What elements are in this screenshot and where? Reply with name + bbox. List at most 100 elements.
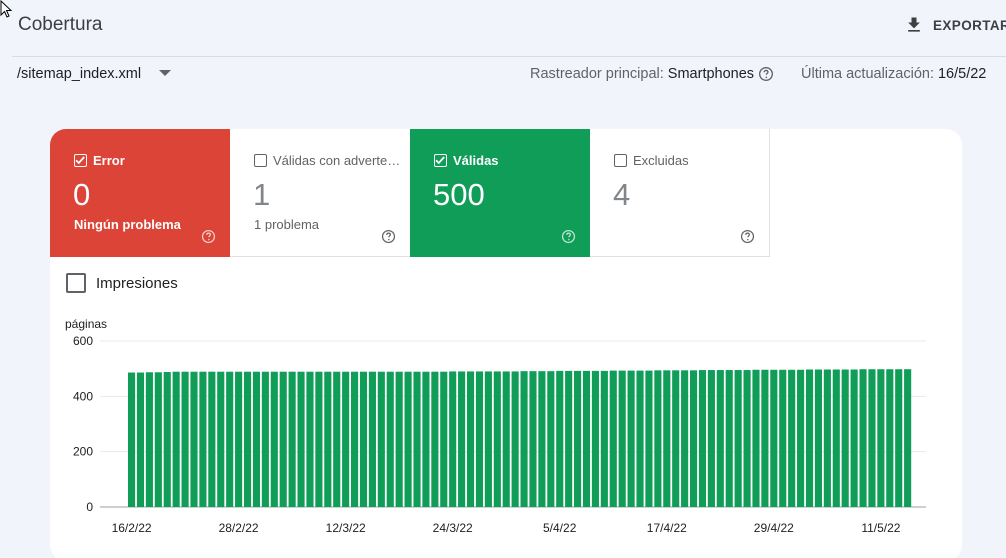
bar[interactable] xyxy=(582,370,591,507)
bar[interactable] xyxy=(797,369,805,507)
bar[interactable] xyxy=(422,371,430,507)
bar[interactable] xyxy=(725,370,733,507)
help-circle-icon[interactable] xyxy=(381,229,396,244)
bar[interactable] xyxy=(359,371,368,507)
impressions-checkbox[interactable] xyxy=(66,273,86,293)
bar[interactable] xyxy=(814,369,822,508)
bar[interactable] xyxy=(466,371,475,507)
bar[interactable] xyxy=(904,369,912,507)
bar[interactable] xyxy=(288,371,296,507)
bar[interactable] xyxy=(859,369,867,507)
bar[interactable] xyxy=(458,371,466,507)
bar[interactable] xyxy=(734,370,742,507)
bar[interactable] xyxy=(217,371,225,507)
bar[interactable] xyxy=(698,370,707,507)
bar[interactable] xyxy=(484,371,492,507)
bar[interactable] xyxy=(868,369,876,507)
bar[interactable] xyxy=(770,369,778,507)
bar[interactable] xyxy=(788,369,796,507)
bar[interactable] xyxy=(368,371,376,507)
bar[interactable] xyxy=(752,369,760,507)
bar[interactable] xyxy=(556,370,564,507)
bar[interactable] xyxy=(520,371,528,507)
bar[interactable] xyxy=(279,371,287,507)
bar[interactable] xyxy=(270,371,278,507)
error-checkbox[interactable] xyxy=(74,154,87,167)
bar[interactable] xyxy=(413,371,421,507)
bar[interactable] xyxy=(172,371,180,507)
impressions-toggle[interactable]: Impresiones xyxy=(66,273,178,293)
bar[interactable] xyxy=(297,371,305,507)
bar[interactable] xyxy=(404,371,412,507)
bar[interactable] xyxy=(243,371,252,507)
bar[interactable] xyxy=(636,370,644,507)
bar[interactable] xyxy=(493,371,501,507)
bar[interactable] xyxy=(689,370,698,507)
bar[interactable] xyxy=(547,371,555,507)
bar[interactable] xyxy=(823,369,831,508)
bar[interactable] xyxy=(761,369,769,507)
bar[interactable] xyxy=(832,369,840,508)
bar[interactable] xyxy=(538,371,546,507)
bar[interactable] xyxy=(449,371,457,507)
bar[interactable] xyxy=(850,369,858,508)
export-button[interactable]: EXPORTAR xyxy=(904,13,1006,37)
bar[interactable] xyxy=(208,371,216,507)
bar[interactable] xyxy=(261,371,269,507)
bar[interactable] xyxy=(163,371,171,507)
tile-error[interactable]: Error 0 Ningún problema xyxy=(50,129,230,257)
bar[interactable] xyxy=(252,371,261,507)
bar[interactable] xyxy=(181,371,189,507)
bar[interactable] xyxy=(235,371,243,507)
bar[interactable] xyxy=(565,370,573,507)
bar[interactable] xyxy=(627,370,635,507)
bar[interactable] xyxy=(600,370,608,507)
bar[interactable] xyxy=(707,370,715,507)
bar[interactable] xyxy=(440,371,448,507)
help-circle-icon[interactable] xyxy=(561,229,576,244)
sitemap-dropdown[interactable]: /sitemap_index.xml xyxy=(17,64,172,84)
bar[interactable] xyxy=(226,371,234,507)
bar[interactable] xyxy=(743,370,751,507)
help-circle-icon[interactable] xyxy=(201,229,216,244)
bar[interactable] xyxy=(511,371,519,507)
valid-checkbox[interactable] xyxy=(434,154,447,167)
bar[interactable] xyxy=(805,369,814,508)
bar[interactable] xyxy=(386,371,394,507)
tile-valid[interactable]: Válidas 500 xyxy=(410,129,590,257)
bar[interactable] xyxy=(190,371,198,507)
bar[interactable] xyxy=(591,370,599,507)
bar[interactable] xyxy=(128,372,136,507)
bar[interactable] xyxy=(716,370,724,507)
bar[interactable] xyxy=(529,371,537,507)
bar[interactable] xyxy=(431,371,439,507)
bar[interactable] xyxy=(351,371,359,507)
bar[interactable] xyxy=(672,370,680,507)
excluded-checkbox[interactable] xyxy=(614,154,627,167)
bar[interactable] xyxy=(377,371,385,507)
help-circle-icon[interactable] xyxy=(758,66,774,82)
bar[interactable] xyxy=(618,370,626,507)
bar[interactable] xyxy=(315,371,323,507)
bar[interactable] xyxy=(324,371,332,507)
bar[interactable] xyxy=(779,369,787,507)
bar[interactable] xyxy=(199,371,207,507)
bar[interactable] xyxy=(333,371,341,507)
bar[interactable] xyxy=(342,371,350,507)
help-circle-icon[interactable] xyxy=(740,229,755,244)
bar[interactable] xyxy=(681,370,689,507)
bar[interactable] xyxy=(306,371,314,507)
bar[interactable] xyxy=(877,369,885,507)
bar[interactable] xyxy=(663,370,671,507)
bar[interactable] xyxy=(841,369,849,508)
warnings-checkbox[interactable] xyxy=(254,154,267,167)
bar[interactable] xyxy=(654,370,662,507)
bar[interactable] xyxy=(645,370,653,507)
bar[interactable] xyxy=(609,370,617,507)
tile-valid-with-warnings[interactable]: Válidas con advertencias 1 1 problema xyxy=(230,129,410,257)
bar[interactable] xyxy=(886,369,894,507)
bar[interactable] xyxy=(574,370,582,507)
bar[interactable] xyxy=(136,372,145,507)
bar[interactable] xyxy=(502,371,510,507)
bar[interactable] xyxy=(145,372,153,507)
